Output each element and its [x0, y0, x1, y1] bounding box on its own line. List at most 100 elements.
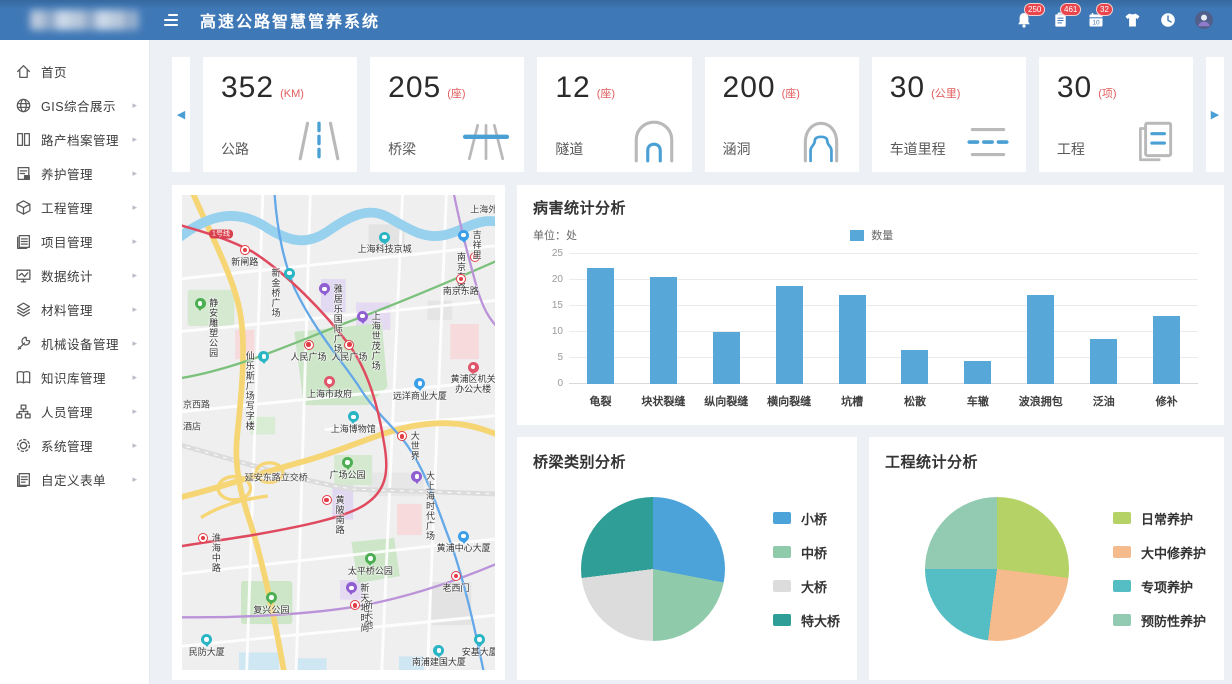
bar-column — [1135, 254, 1198, 384]
menu-toggle-icon[interactable] — [164, 14, 178, 26]
sidebar-item-label: 知识库管理 — [41, 368, 106, 387]
sidebar-item-label: 路产档案管理 — [41, 130, 119, 149]
header-icon-bar: 250 461 1032 — [1014, 10, 1214, 30]
notification-badge: 461 — [1060, 3, 1081, 16]
clock-icon[interactable] — [1158, 10, 1178, 30]
panel-title: 工程统计分析 — [885, 451, 1208, 472]
stat-unit: (项) — [1098, 88, 1116, 100]
bar — [964, 361, 991, 384]
monitor-icon — [15, 267, 32, 284]
stat-value: 200 — [723, 71, 776, 104]
city-map[interactable]: 新闸路南京东路南京东路人民广场人民广场大世界黄陂南路淮海中路老西门新天地上海科技… — [182, 195, 495, 670]
sidebar: 首页GIS综合展示▸路产档案管理▸养护管理▸工程管理▸项目管理▸数据统计▸材料管… — [0, 40, 150, 684]
sidebar-item-system[interactable]: 系统管理▸ — [0, 428, 149, 462]
poi-pin-icon — [433, 645, 444, 656]
wrench-icon — [15, 335, 32, 352]
carousel-prev-button[interactable]: ◀ — [172, 57, 190, 172]
layers-icon — [15, 301, 32, 318]
legend-label: 日常养护 — [1141, 509, 1193, 528]
legend-swatch — [773, 546, 791, 558]
stat-cards: 352(KM)公路205(座)桥梁12(座)隧道200(座)涵洞30(公里)车道… — [203, 57, 1193, 172]
legend-swatch — [1113, 546, 1131, 558]
sidebar-item-gis[interactable]: GIS综合展示▸ — [0, 88, 149, 122]
sidebar-item-road-archives[interactable]: 路产档案管理▸ — [0, 122, 149, 156]
bar-column — [1072, 254, 1135, 384]
bar — [650, 277, 677, 384]
sidebar-item-label: 机械设备管理 — [41, 334, 119, 353]
poi-pin-icon — [458, 230, 469, 241]
project-pie-chart — [925, 497, 1069, 641]
cube-icon — [15, 199, 32, 216]
stat-unit: (座) — [447, 88, 465, 100]
poi-pin-icon — [411, 471, 422, 482]
user-avatar-icon[interactable] — [1194, 10, 1214, 30]
map-label: 吉祥里 — [473, 230, 482, 260]
sidebar-item-personnel[interactable]: 人员管理▸ — [0, 394, 149, 428]
legend-label: 专项养护 — [1141, 577, 1193, 596]
legend-label: 预防性养护 — [1141, 611, 1206, 630]
chevron-right-icon: ▸ — [132, 372, 137, 383]
legend-label: 特大桥 — [801, 611, 840, 630]
chevron-right-icon: ▸ — [132, 474, 137, 485]
legend-item: 小桥 — [773, 509, 840, 528]
legend-label: 数量 — [871, 227, 893, 243]
sidebar-item-maintenance[interactable]: 养护管理▸ — [0, 156, 149, 190]
chevron-right-icon: ▸ — [132, 236, 137, 247]
bridge-icon — [462, 119, 510, 163]
map-label: 仙乐斯广场 写字楼 — [246, 351, 255, 431]
y-tick-label: 20 — [541, 274, 563, 285]
bar — [1153, 316, 1180, 384]
svg-text:10: 10 — [1092, 20, 1100, 27]
poi-pin-icon — [195, 298, 206, 309]
poi-pin-icon — [365, 553, 376, 564]
sidebar-item-machinery[interactable]: 机械设备管理▸ — [0, 326, 149, 360]
poi-pin-icon — [468, 362, 479, 373]
legend-swatch — [773, 580, 791, 592]
stat-label: 公路 — [221, 139, 249, 159]
x-axis-labels: 龟裂块状裂缝纵向裂缝横向裂缝坑槽松散车辙波浪拥包泛油修补 — [569, 393, 1198, 409]
clipboard-icon[interactable]: 461 — [1050, 10, 1070, 30]
map-label: 大上海时代广场 — [426, 471, 435, 541]
map-label: 新闸路 — [211, 257, 279, 267]
map-label: 广场公园 — [314, 470, 382, 480]
sidebar-item-label: 数据统计 — [41, 266, 93, 285]
sidebar-item-label: 首页 — [41, 62, 67, 81]
map-label: 新天地时尚 — [360, 583, 369, 633]
legend-label: 小桥 — [801, 509, 827, 528]
bar — [839, 295, 866, 384]
x-axis-label: 纵向裂缝 — [695, 393, 758, 409]
map-label: 远洋商业大厦 — [386, 391, 454, 401]
carousel-next-button[interactable]: ▶ — [1206, 57, 1224, 172]
map-label: 上海博物馆 — [319, 424, 387, 434]
company-logo — [30, 10, 138, 30]
legend-label: 中桥 — [801, 543, 827, 562]
calendar-icon[interactable]: 1032 — [1086, 10, 1106, 30]
x-axis-label: 修补 — [1135, 393, 1198, 409]
tshirt-icon[interactable] — [1122, 10, 1142, 30]
sidebar-item-engineering[interactable]: 工程管理▸ — [0, 190, 149, 224]
bell-icon[interactable]: 250 — [1014, 10, 1034, 30]
sidebar-item-statistics[interactable]: 数据统计▸ — [0, 258, 149, 292]
bar — [587, 268, 614, 384]
sidebar-item-custom-form[interactable]: 自定义表单▸ — [0, 462, 149, 496]
x-axis-label: 松散 — [884, 393, 947, 409]
app-header: 高速公路智慧管养系统 2504611032 — [0, 0, 1232, 40]
x-axis-label: 车辙 — [946, 393, 1009, 409]
sidebar-item-home[interactable]: 首页 — [0, 54, 149, 88]
legend-swatch — [1113, 580, 1131, 592]
stat-value: 30 — [1057, 71, 1092, 104]
x-axis-label: 龟裂 — [569, 393, 632, 409]
sidebar-item-knowledge[interactable]: 知识库管理 ▸ — [0, 360, 149, 394]
map-label: 南浦建国大厦 — [405, 657, 473, 667]
sidebar-item-material[interactable]: 材料管理▸ — [0, 292, 149, 326]
sidebar-item-project[interactable]: 项目管理▸ — [0, 224, 149, 258]
road-label: 京西路 — [183, 398, 210, 411]
org-icon — [15, 403, 32, 420]
poi-pin-icon — [414, 378, 425, 389]
poi-pin-icon — [324, 376, 335, 387]
road-label: 延安东路立交桥 — [245, 471, 308, 484]
stat-value: 205 — [388, 71, 441, 104]
chevron-right-icon: ▸ — [132, 202, 137, 213]
bar-column — [946, 254, 1009, 384]
legend-item: 大中修养护 — [1113, 543, 1206, 562]
